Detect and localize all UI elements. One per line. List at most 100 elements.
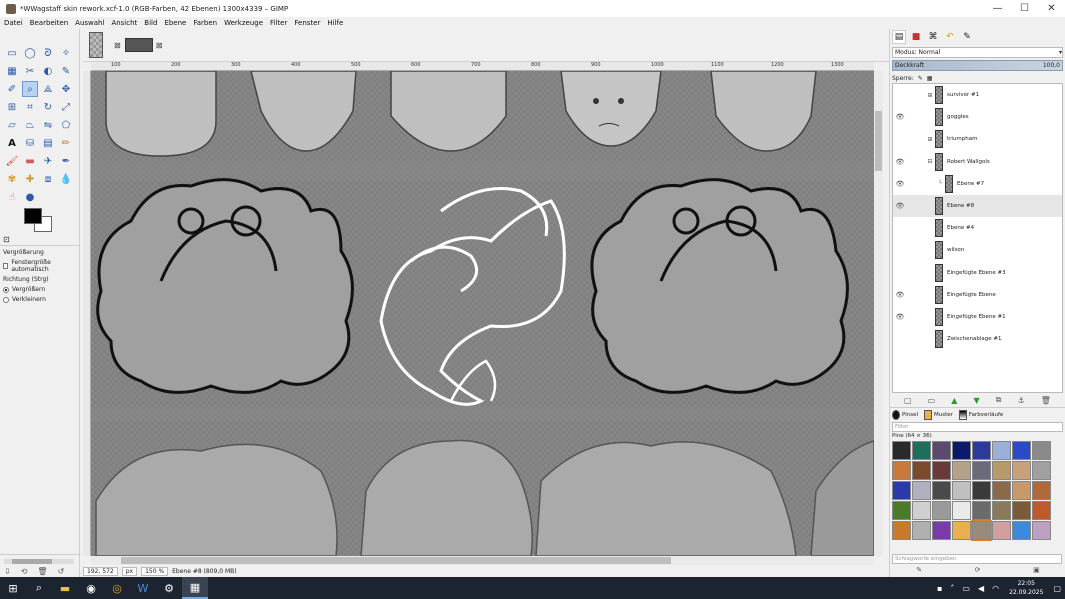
refresh-icon[interactable]: ⟳ bbox=[975, 566, 981, 577]
chrome-icon[interactable]: ◎ bbox=[104, 577, 130, 599]
pattern-swatch[interactable] bbox=[912, 461, 931, 480]
menu-fenster[interactable]: Fenster bbox=[294, 19, 320, 27]
eye-icon[interactable]: 👁 bbox=[893, 291, 907, 299]
foreground-select-icon[interactable]: ◐ bbox=[40, 63, 56, 79]
eraser-icon[interactable]: ▬ bbox=[22, 153, 38, 169]
menu-ansicht[interactable]: Ansicht bbox=[111, 19, 137, 27]
pattern-swatch[interactable] bbox=[892, 501, 911, 520]
pattern-swatch[interactable] bbox=[992, 521, 1011, 540]
layer-row[interactable]: 👁 Eingefügte Ebene bbox=[893, 284, 1062, 306]
fuzzy-select-icon[interactable]: ✧ bbox=[58, 45, 74, 61]
maximize-button[interactable]: ☐ bbox=[1011, 0, 1038, 17]
pattern-swatch[interactable] bbox=[952, 461, 971, 480]
paintbrush-icon[interactable]: 🖌 bbox=[4, 153, 20, 169]
pattern-swatch[interactable] bbox=[912, 441, 931, 460]
expand-icon[interactable]: ⊞ bbox=[925, 92, 935, 99]
zoom-select[interactable]: 150 % bbox=[141, 567, 169, 576]
menu-filter[interactable]: Filter bbox=[270, 19, 287, 27]
pattern-swatch[interactable] bbox=[912, 481, 931, 500]
image-tab-thumbnail-2[interactable] bbox=[124, 38, 153, 52]
flip-icon[interactable]: ⇋ bbox=[40, 117, 56, 133]
menu-ebene[interactable]: Ebene bbox=[164, 19, 186, 27]
volume-icon[interactable]: ◀ bbox=[978, 584, 984, 593]
pattern-swatch[interactable] bbox=[1012, 461, 1031, 480]
text-icon[interactable]: A bbox=[4, 135, 20, 151]
anchor-layer-icon[interactable]: ⚓ bbox=[1018, 396, 1025, 405]
clock[interactable]: 22:05 22.09.2025 bbox=[1009, 579, 1043, 597]
clone-icon[interactable]: ✾ bbox=[4, 171, 20, 187]
tab-brushes[interactable]: Pinsel bbox=[892, 409, 918, 420]
align-icon[interactable]: ⊞ bbox=[4, 99, 20, 115]
layer-row[interactable]: Zwischenablage #1 bbox=[893, 328, 1062, 350]
ink-icon[interactable]: ✒ bbox=[58, 153, 74, 169]
tag-input[interactable]: Schlagworte eingeben bbox=[892, 554, 1062, 564]
layer-row[interactable]: ⊞ triumpham bbox=[893, 128, 1062, 150]
layer-row-selected[interactable]: 👁 Ebene #8 bbox=[893, 194, 1062, 218]
eye-icon[interactable]: 👁 bbox=[893, 158, 907, 166]
layer-row[interactable]: wilson bbox=[893, 239, 1062, 261]
save-options-icon[interactable]: ⇩ bbox=[4, 567, 11, 576]
network-icon[interactable]: ▭ bbox=[962, 584, 970, 593]
file-explorer-icon[interactable]: ▬ bbox=[52, 577, 78, 599]
pattern-swatch[interactable] bbox=[952, 481, 971, 500]
bucket-fill-icon[interactable]: ⛁ bbox=[22, 135, 38, 151]
expand-icon[interactable]: ⊞ bbox=[925, 136, 935, 143]
tab-gradients[interactable]: Farbverläufe bbox=[958, 409, 1003, 420]
minimize-button[interactable]: — bbox=[984, 0, 1011, 17]
zoom-out-radio[interactable] bbox=[3, 296, 9, 303]
layer-row[interactable]: 👁 └ Ebene #7 bbox=[893, 173, 1062, 195]
close-tab-2-icon[interactable]: ⊠ bbox=[156, 41, 163, 50]
paths-icon[interactable]: ✎ bbox=[58, 63, 74, 79]
pattern-swatch[interactable] bbox=[1012, 481, 1031, 500]
pattern-swatch[interactable] bbox=[932, 441, 951, 460]
canvas-horizontal-scrollbar[interactable] bbox=[91, 556, 874, 565]
pattern-swatch[interactable] bbox=[892, 521, 911, 540]
color-select-icon[interactable]: ▦ bbox=[4, 63, 20, 79]
pattern-swatch[interactable] bbox=[932, 481, 951, 500]
layer-row[interactable]: ⊞ survivor #1 bbox=[893, 84, 1062, 106]
dodge-burn-icon[interactable]: ● bbox=[22, 189, 38, 205]
cage-icon[interactable]: ⬠ bbox=[58, 117, 74, 133]
scissors-icon[interactable]: ✂ bbox=[22, 63, 38, 79]
steam-icon[interactable]: ⚙ bbox=[156, 577, 182, 599]
pattern-swatch[interactable] bbox=[932, 461, 951, 480]
gimp-taskbar-icon[interactable]: ◉ bbox=[78, 577, 104, 599]
pattern-swatch[interactable] bbox=[992, 461, 1011, 480]
pattern-swatch[interactable] bbox=[992, 481, 1011, 500]
menu-datei[interactable]: Datei bbox=[4, 19, 23, 27]
measure-icon[interactable]: ⟁ bbox=[40, 81, 56, 97]
toolbox-scrollbar[interactable] bbox=[4, 559, 74, 564]
unit-select[interactable]: px bbox=[121, 567, 138, 576]
tool-options-tab-icon[interactable]: ⊡ bbox=[3, 235, 10, 244]
canvas-vertical-scrollbar[interactable] bbox=[874, 71, 883, 556]
gimp-window-taskbar-icon[interactable]: ▦ bbox=[182, 577, 208, 599]
close-button[interactable]: ✕ bbox=[1038, 0, 1065, 17]
layer-row[interactable]: Eingefügte Ebene #3 bbox=[893, 262, 1062, 284]
zoom-icon[interactable]: ⌕ bbox=[22, 81, 38, 97]
image-tab-thumbnail[interactable] bbox=[89, 32, 103, 58]
shear-icon[interactable]: ▱ bbox=[4, 117, 20, 133]
menu-bearbeiten[interactable]: Bearbeiten bbox=[30, 19, 68, 27]
eye-icon[interactable]: 👁 bbox=[893, 202, 907, 210]
pattern-swatch[interactable] bbox=[1032, 461, 1051, 480]
pattern-swatch[interactable] bbox=[1032, 441, 1051, 460]
zoom-in-radio[interactable] bbox=[3, 286, 9, 293]
rect-select-icon[interactable]: ▭ bbox=[4, 45, 20, 61]
vertical-ruler[interactable] bbox=[83, 71, 91, 556]
layer-mode-select[interactable]: Modus: Normal ▾ bbox=[892, 47, 1063, 58]
duplicate-layer-icon[interactable]: ⧉ bbox=[996, 395, 1002, 405]
menu-hilfe[interactable]: Hilfe bbox=[327, 19, 343, 27]
filter-input[interactable]: Filter bbox=[892, 422, 1063, 432]
raise-layer-icon[interactable]: ▲ bbox=[951, 396, 957, 405]
pattern-swatch[interactable] bbox=[1012, 521, 1031, 540]
opacity-slider[interactable]: Deckkraft 100,0 bbox=[892, 60, 1063, 71]
pattern-swatch[interactable] bbox=[971, 520, 992, 541]
pattern-swatch[interactable] bbox=[932, 501, 951, 520]
layer-row[interactable]: Ebene #4 bbox=[893, 217, 1062, 239]
pencil-icon[interactable]: ✏ bbox=[58, 135, 74, 151]
start-windows-icon[interactable]: ⊞ bbox=[0, 577, 26, 599]
expand-icon[interactable]: ⊟ bbox=[925, 158, 935, 165]
paths-tab-icon[interactable]: ⌘ bbox=[926, 30, 940, 44]
tray-app-icon[interactable]: ▪ bbox=[937, 584, 942, 593]
move-icon[interactable]: ✥ bbox=[58, 81, 74, 97]
